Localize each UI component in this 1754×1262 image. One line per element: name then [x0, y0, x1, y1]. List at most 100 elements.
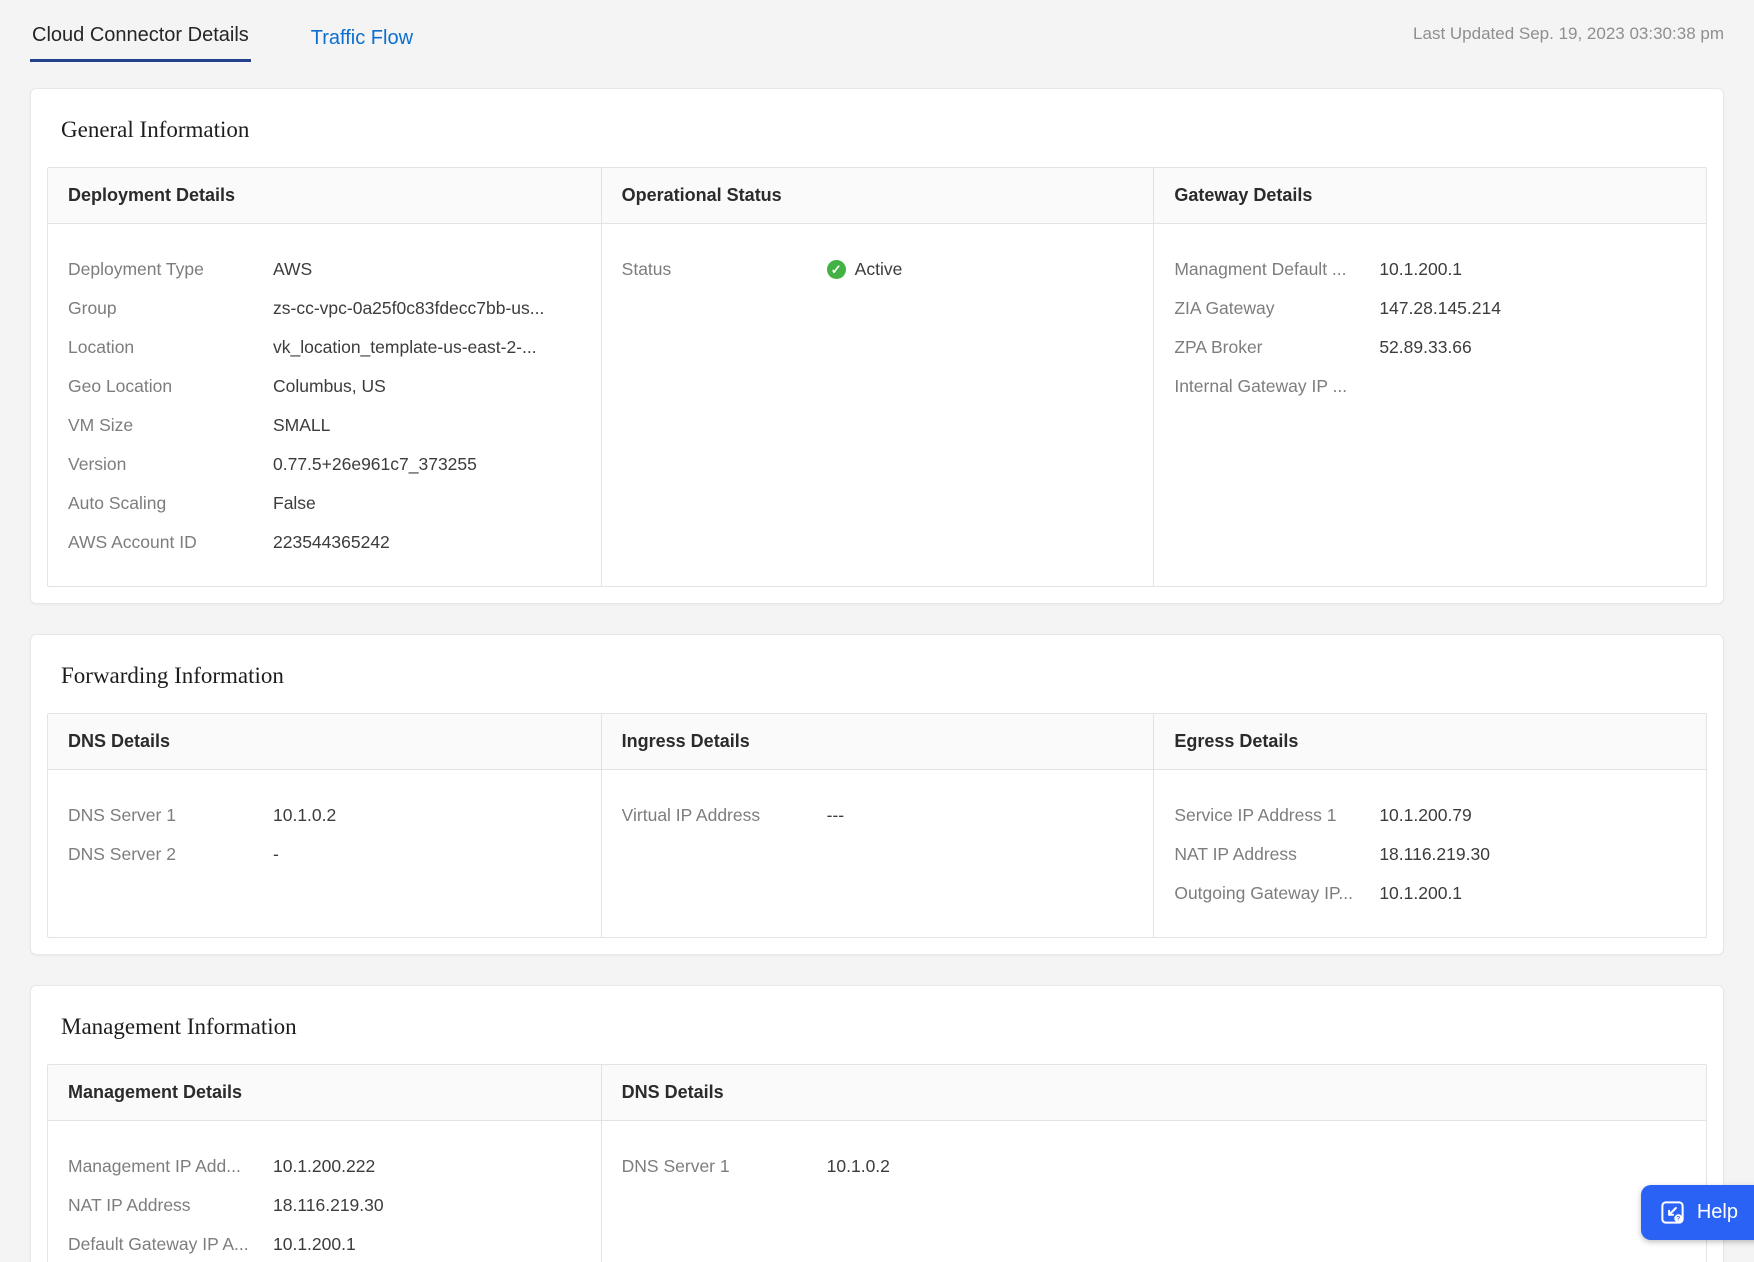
field-label: Location — [68, 337, 273, 358]
field-label: AWS Account ID — [68, 532, 273, 553]
main-content: General Information Deployment DetailsOp… — [0, 62, 1754, 1262]
field-value: 10.1.200.1 — [273, 1234, 356, 1255]
field-label: Management IP Add... — [68, 1156, 273, 1177]
section-card-general-information: General Information Deployment DetailsOp… — [30, 88, 1724, 604]
field-row: DNS Server 2 - — [68, 835, 581, 874]
field-row: Auto Scaling False — [68, 484, 581, 523]
field-label: NAT IP Address — [1174, 844, 1379, 865]
field-value: ✓ Active — [827, 259, 903, 280]
table-body: Management IP Add... 10.1.200.222 NAT IP… — [48, 1121, 1706, 1262]
info-table: DNS DetailsIngress DetailsEgress Details… — [47, 713, 1707, 938]
field-row: VM Size SMALL — [68, 406, 581, 445]
section-title: General Information — [61, 117, 1707, 143]
help-label: Help — [1697, 1201, 1738, 1224]
field-value: 147.28.145.214 — [1379, 298, 1501, 319]
field-row: NAT IP Address 18.116.219.30 — [1174, 835, 1686, 874]
field-value: 10.1.200.1 — [1379, 883, 1462, 904]
field-row: ZIA Gateway 147.28.145.214 — [1174, 289, 1686, 328]
field-row: DNS Server 1 10.1.0.2 — [68, 796, 581, 835]
field-row: Version 0.77.5+26e961c7_373255 — [68, 445, 581, 484]
column-header-management-details: Management Details — [48, 1065, 601, 1120]
field-row: Outgoing Gateway IP... 10.1.200.1 — [1174, 874, 1686, 913]
column-header-dns-details: DNS Details — [48, 714, 601, 769]
svg-text:?: ? — [1676, 1216, 1680, 1223]
field-row: Internal Gateway IP ... — [1174, 367, 1686, 406]
field-row: Group zs-cc-vpc-0a25f0c83fdecc7bb-us... — [68, 289, 581, 328]
field-row: ZPA Broker 52.89.33.66 — [1174, 328, 1686, 367]
field-value: 10.1.200.79 — [1379, 805, 1471, 826]
field-label: Status — [622, 259, 827, 280]
field-row: NAT IP Address 18.116.219.30 — [68, 1186, 581, 1225]
info-table: Management DetailsDNS Details Management… — [47, 1064, 1707, 1262]
field-value: SMALL — [273, 415, 330, 436]
field-value: 18.116.219.30 — [273, 1195, 384, 1216]
column-header-gateway-details: Gateway Details — [1153, 168, 1706, 223]
column-body-dns-details: DNS Server 1 10.1.0.2 DNS Server 2 - — [48, 770, 601, 937]
info-table: Deployment DetailsOperational StatusGate… — [47, 167, 1707, 587]
field-label: Deployment Type — [68, 259, 273, 280]
field-row: Service IP Address 1 10.1.200.79 — [1174, 796, 1686, 835]
section-title: Management Information — [61, 1014, 1707, 1040]
status-active-check-icon: ✓ — [827, 260, 846, 279]
tab-traffic-flow[interactable]: Traffic Flow — [309, 11, 415, 62]
field-row: Deployment Type AWS — [68, 250, 581, 289]
field-label: Internal Gateway IP ... — [1174, 376, 1379, 397]
column-header-operational-status: Operational Status — [601, 168, 1154, 223]
field-row: Virtual IP Address --- — [622, 796, 1134, 835]
column-body-dns-details: DNS Server 1 10.1.0.2 — [601, 1121, 1706, 1262]
field-label: Version — [68, 454, 273, 475]
field-label: NAT IP Address — [68, 1195, 273, 1216]
column-body-operational-status: Status ✓ Active — [601, 224, 1154, 586]
field-row: DNS Server 1 10.1.0.2 — [622, 1147, 1686, 1186]
tab-cloud-connector-details[interactable]: Cloud Connector Details — [30, 8, 251, 62]
field-row: Default Gateway IP A... 10.1.200.1 — [68, 1225, 581, 1262]
section-title: Forwarding Information — [61, 663, 1707, 689]
table-body: DNS Server 1 10.1.0.2 DNS Server 2 - Vir… — [48, 770, 1706, 937]
field-value: - — [273, 844, 279, 865]
field-value: 10.1.0.2 — [827, 1156, 890, 1177]
column-header-egress-details: Egress Details — [1153, 714, 1706, 769]
field-row: Managment Default ... 10.1.200.1 — [1174, 250, 1686, 289]
field-label: ZIA Gateway — [1174, 298, 1379, 319]
column-body-gateway-details: Managment Default ... 10.1.200.1 ZIA Gat… — [1153, 224, 1706, 586]
table-body: Deployment Type AWS Group zs-cc-vpc-0a25… — [48, 224, 1706, 586]
field-value: AWS — [273, 259, 312, 280]
column-body-egress-details: Service IP Address 1 10.1.200.79 NAT IP … — [1153, 770, 1706, 937]
tabs: Cloud Connector Details Traffic Flow — [30, 8, 473, 62]
field-value: 10.1.200.222 — [273, 1156, 375, 1177]
field-value: zs-cc-vpc-0a25f0c83fdecc7bb-us... — [273, 298, 544, 319]
column-header-deployment-details: Deployment Details — [48, 168, 601, 223]
field-label: DNS Server 1 — [622, 1156, 827, 1177]
column-header-ingress-details: Ingress Details — [601, 714, 1154, 769]
last-updated-text: Last Updated Sep. 19, 2023 03:30:38 pm — [1413, 24, 1724, 62]
section-card-forwarding-information: Forwarding Information DNS DetailsIngres… — [30, 634, 1724, 955]
column-body-management-details: Management IP Add... 10.1.200.222 NAT IP… — [48, 1121, 601, 1262]
field-label: Virtual IP Address — [622, 805, 827, 826]
field-row: AWS Account ID 223544365242 — [68, 523, 581, 562]
field-value: 18.116.219.30 — [1379, 844, 1490, 865]
field-value: vk_location_template-us-east-2-... — [273, 337, 537, 358]
field-label: Outgoing Gateway IP... — [1174, 883, 1379, 904]
field-value: 52.89.33.66 — [1379, 337, 1471, 358]
field-label: Default Gateway IP A... — [68, 1234, 273, 1255]
table-header-row: Management DetailsDNS Details — [48, 1065, 1706, 1121]
column-header-dns-details: DNS Details — [601, 1065, 1706, 1120]
column-body-ingress-details: Virtual IP Address --- — [601, 770, 1154, 937]
field-row: Management IP Add... 10.1.200.222 — [68, 1147, 581, 1186]
field-row: Geo Location Columbus, US — [68, 367, 581, 406]
tab-label: Traffic Flow — [311, 27, 413, 49]
help-button[interactable]: ? Help — [1641, 1185, 1754, 1240]
field-value: --- — [827, 805, 844, 826]
table-header-row: DNS DetailsIngress DetailsEgress Details — [48, 714, 1706, 770]
field-label: DNS Server 1 — [68, 805, 273, 826]
field-label: Geo Location — [68, 376, 273, 397]
field-value: Columbus, US — [273, 376, 386, 397]
field-value: 10.1.200.1 — [1379, 259, 1462, 280]
help-icon: ? — [1659, 1199, 1686, 1226]
field-value: 223544365242 — [273, 532, 390, 553]
field-label: Group — [68, 298, 273, 319]
field-label: VM Size — [68, 415, 273, 436]
status-text: Active — [855, 259, 903, 280]
top-tab-bar: Cloud Connector Details Traffic Flow Last… — [0, 0, 1754, 62]
field-row: Location vk_location_template-us-east-2-… — [68, 328, 581, 367]
